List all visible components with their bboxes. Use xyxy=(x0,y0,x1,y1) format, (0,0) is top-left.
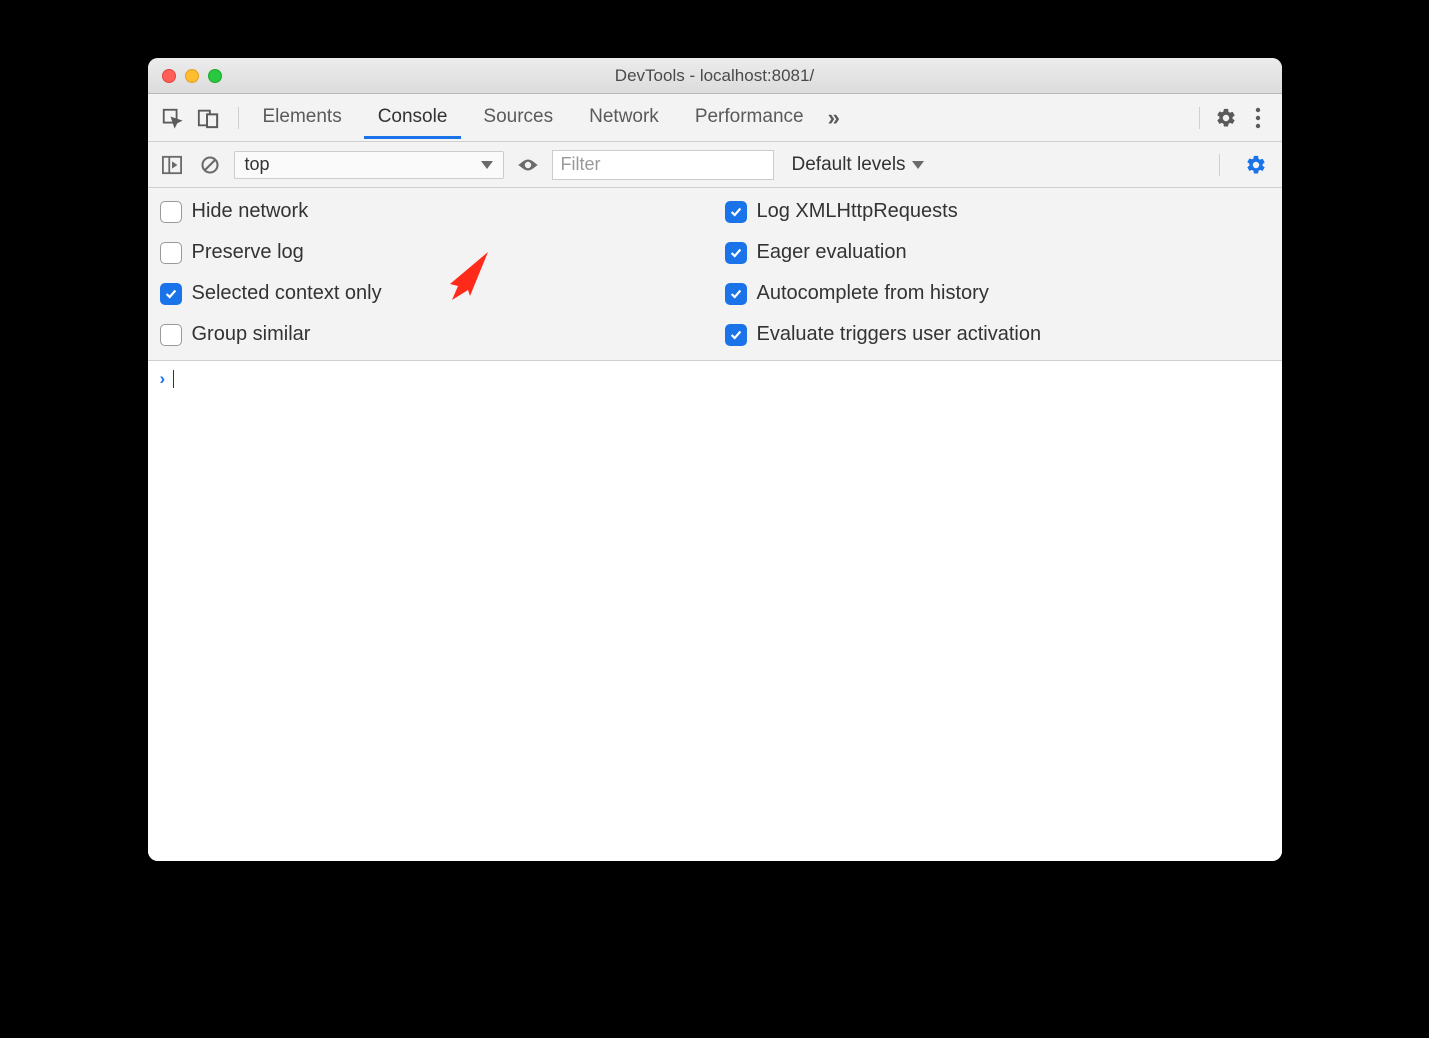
checkbox-log-xhr[interactable] xyxy=(725,201,747,223)
kebab-menu-icon[interactable] xyxy=(1242,98,1274,138)
chevron-down-icon xyxy=(912,161,924,169)
checkbox-eager-evaluation[interactable] xyxy=(725,242,747,264)
divider xyxy=(1219,154,1220,176)
divider xyxy=(1199,107,1200,129)
checkbox-group-similar[interactable] xyxy=(160,324,182,346)
setting-label: Hide network xyxy=(192,200,309,223)
tab-sources[interactable]: Sources xyxy=(469,96,567,139)
maximize-window-button[interactable] xyxy=(208,69,222,83)
checkbox-evaluate-triggers-activation[interactable] xyxy=(725,324,747,346)
window-title: DevTools - localhost:8081/ xyxy=(148,66,1282,86)
divider xyxy=(238,107,239,129)
setting-evaluate-triggers-activation[interactable]: Evaluate triggers user activation xyxy=(725,323,1270,346)
titlebar: DevTools - localhost:8081/ xyxy=(148,58,1282,94)
toggle-sidebar-icon[interactable] xyxy=(158,151,186,179)
tab-console[interactable]: Console xyxy=(364,96,462,139)
traffic-lights xyxy=(162,69,222,83)
setting-label: Autocomplete from history xyxy=(757,282,989,305)
checkbox-hide-network[interactable] xyxy=(160,201,182,223)
context-selector-value: top xyxy=(245,154,270,175)
log-level-label: Default levels xyxy=(792,154,906,176)
filter-input[interactable] xyxy=(552,150,774,180)
checkbox-preserve-log[interactable] xyxy=(160,242,182,264)
tab-network[interactable]: Network xyxy=(575,96,673,139)
setting-eager-evaluation[interactable]: Eager evaluation xyxy=(725,241,1270,264)
console-prompt-area[interactable]: › xyxy=(148,361,1282,861)
panel-tabs: Elements Console Sources Network Perform… xyxy=(249,96,818,139)
setting-preserve-log[interactable]: Preserve log xyxy=(160,241,705,264)
console-toolbar: top Default levels xyxy=(148,142,1282,188)
live-expression-icon[interactable] xyxy=(514,151,542,179)
checkbox-autocomplete-history[interactable] xyxy=(725,283,747,305)
prompt-chevron-icon: › xyxy=(160,369,166,389)
setting-group-similar[interactable]: Group similar xyxy=(160,323,705,346)
settings-gear-icon[interactable] xyxy=(1210,98,1242,138)
setting-autocomplete-history[interactable]: Autocomplete from history xyxy=(725,282,1270,305)
close-window-button[interactable] xyxy=(162,69,176,83)
device-toolbar-icon[interactable] xyxy=(192,102,224,134)
inspect-element-icon[interactable] xyxy=(156,102,188,134)
setting-selected-context-only[interactable]: Selected context only xyxy=(160,282,705,305)
more-tabs-icon[interactable]: » xyxy=(818,105,850,131)
context-selector[interactable]: top xyxy=(234,151,504,179)
minimize-window-button[interactable] xyxy=(185,69,199,83)
devtools-window: DevTools - localhost:8081/ Elements Cons… xyxy=(148,58,1282,861)
clear-console-icon[interactable] xyxy=(196,151,224,179)
chevron-down-icon xyxy=(481,161,493,169)
tab-performance[interactable]: Performance xyxy=(681,96,818,139)
setting-label: Eager evaluation xyxy=(757,241,907,264)
console-settings-panel: Hide network Log XMLHttpRequests Preserv… xyxy=(148,188,1282,361)
setting-label: Evaluate triggers user activation xyxy=(757,323,1042,346)
checkbox-selected-context-only[interactable] xyxy=(160,283,182,305)
text-cursor xyxy=(173,370,174,388)
panel-tabbar: Elements Console Sources Network Perform… xyxy=(148,94,1282,142)
console-settings-gear-icon[interactable] xyxy=(1240,145,1272,185)
setting-hide-network[interactable]: Hide network xyxy=(160,200,705,223)
setting-label: Selected context only xyxy=(192,282,382,305)
setting-label: Log XMLHttpRequests xyxy=(757,200,958,223)
setting-label: Preserve log xyxy=(192,241,304,264)
log-level-selector[interactable]: Default levels xyxy=(784,154,932,176)
setting-label: Group similar xyxy=(192,323,311,346)
setting-log-xhr[interactable]: Log XMLHttpRequests xyxy=(725,200,1270,223)
tab-elements[interactable]: Elements xyxy=(249,96,356,139)
